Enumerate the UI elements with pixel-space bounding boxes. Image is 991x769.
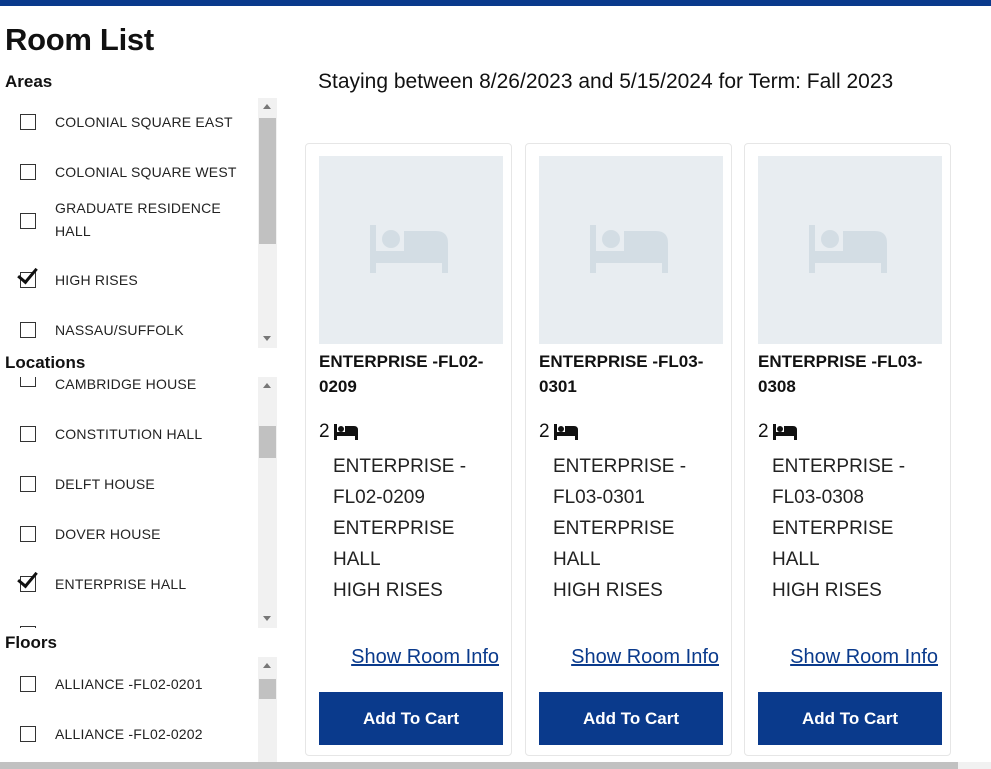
locations-scrollbar[interactable] [258,377,277,628]
room-image-placeholder [758,156,942,344]
area-option[interactable]: NASSAU/SUFFOLK [20,319,245,342]
area-checkbox[interactable] [20,213,36,229]
area-checkbox[interactable] [20,272,36,288]
area-label: GRADUATE RESIDENCE HALL [55,200,221,239]
location-checkbox[interactable] [20,576,36,592]
floors-scrollbar[interactable] [258,657,277,762]
area-option[interactable]: HIGH RISES [20,269,245,292]
add-to-cart-button[interactable]: Add To Cart [758,692,942,745]
bed-icon [772,424,797,440]
bed-placeholder-icon [370,225,448,273]
show-room-info-link[interactable]: Show Room Info [351,646,499,669]
room-title: ENTERPRISE -FL03-0308 [758,352,923,396]
area-checkbox[interactable] [20,114,36,130]
bed-count-value: 2 [758,421,769,442]
area-checkbox[interactable] [20,322,36,338]
location-checkbox[interactable] [20,377,36,387]
bed-placeholder-icon [590,225,668,273]
room-area: HIGH RISES [772,580,882,601]
room-hall: ENTERPRISE HALL [333,518,455,570]
bed-placeholder-icon [809,225,887,273]
show-room-info-link[interactable]: Show Room Info [790,646,938,669]
show-room-info-link[interactable]: Show Room Info [571,646,719,669]
room-card: ENTERPRISE -FL02-0209 2 ENTERPRISE -FL02… [305,143,512,756]
add-to-cart-button[interactable]: Add To Cart [319,692,503,745]
room-details: ENTERPRISE -FL03-0301 ENTERPRISE HALL HI… [553,451,723,606]
scroll-up-arrow-icon[interactable] [263,104,271,109]
areas-list[interactable]: COLONIAL SQUARE EAST COLONIAL SQUARE WES… [0,98,278,348]
stay-dates-text: Staying between 8/26/2023 and 5/15/2024 … [318,70,894,93]
bed-count: 2 [539,421,578,443]
top-accent-bar [0,0,991,6]
areas-scrollbar[interactable] [258,98,277,348]
location-label: CAMBRIDGE HOUSE [55,377,197,392]
location-label: DOVER HOUSE [55,526,161,542]
location-option[interactable]: DELFT HOUSE [20,473,245,496]
horizontal-scrollbar[interactable] [0,762,991,769]
area-option[interactable]: COLONIAL SQUARE WEST [20,161,245,184]
bed-count-value: 2 [319,421,330,442]
location-checkbox[interactable] [20,626,36,628]
location-option[interactable]: CAMBRIDGE HOUSE [20,377,245,396]
room-name: ENTERPRISE -FL03-0301 [553,456,687,508]
bed-icon [333,424,358,440]
locations-list[interactable]: CAMBRIDGE HOUSE CONSTITUTION HALL DELFT … [0,377,278,628]
location-checkbox[interactable] [20,426,36,442]
horizontal-scroll-thumb[interactable] [0,762,958,769]
location-label: ENTERPRISE HALL [55,576,187,592]
room-image-placeholder [319,156,503,344]
scroll-down-arrow-icon[interactable] [263,616,271,621]
floor-option[interactable]: ALLIANCE -FL02-0201 [20,673,245,696]
area-label: COLONIAL SQUARE EAST [55,114,233,130]
scroll-up-arrow-icon[interactable] [263,383,271,388]
room-title: ENTERPRISE -FL03-0301 [539,352,704,396]
room-hall: ENTERPRISE HALL [772,518,894,570]
floor-checkbox[interactable] [20,726,36,742]
location-option[interactable]: DOVER HOUSE [20,523,245,546]
location-checkbox[interactable] [20,526,36,542]
area-label: COLONIAL SQUARE WEST [55,164,237,180]
floor-label: ALLIANCE -FL02-0202 [55,726,203,742]
location-option[interactable] [20,623,245,628]
locations-heading: Locations [5,353,86,372]
location-option[interactable]: ENTERPRISE HALL [20,573,245,596]
room-details: ENTERPRISE -FL02-0209 ENTERPRISE HALL HI… [333,451,503,606]
bed-count: 2 [319,421,358,443]
floors-heading: Floors [5,633,57,652]
room-name: ENTERPRISE -FL02-0209 [333,456,467,508]
room-details: ENTERPRISE -FL03-0308 ENTERPRISE HALL HI… [772,451,942,606]
add-to-cart-button[interactable]: Add To Cart [539,692,723,745]
room-card: ENTERPRISE -FL03-0308 2 ENTERPRISE -FL03… [744,143,951,756]
areas-heading: Areas [5,72,53,91]
areas-scroll-thumb[interactable] [259,118,276,244]
room-name: ENTERPRISE -FL03-0308 [772,456,906,508]
location-option[interactable]: CONSTITUTION HALL [20,423,245,446]
bed-count: 2 [758,421,797,443]
room-hall: ENTERPRISE HALL [553,518,675,570]
scroll-up-arrow-icon[interactable] [263,663,271,668]
floors-scroll-thumb[interactable] [259,679,276,699]
room-area: HIGH RISES [553,580,663,601]
floors-list[interactable]: ALLIANCE -FL02-0201 ALLIANCE -FL02-0202 [0,657,278,762]
bed-icon [553,424,578,440]
location-checkbox[interactable] [20,476,36,492]
room-area: HIGH RISES [333,580,443,601]
page-title: Room List [5,22,154,57]
room-card: ENTERPRISE -FL03-0301 2 ENTERPRISE -FL03… [525,143,732,756]
floor-option[interactable]: ALLIANCE -FL02-0202 [20,723,245,746]
area-checkbox[interactable] [20,164,36,180]
floor-label: ALLIANCE -FL02-0201 [55,676,203,692]
bed-count-value: 2 [539,421,550,442]
room-title: ENTERPRISE -FL02-0209 [319,352,484,396]
location-label: CONSTITUTION HALL [55,426,203,442]
scroll-down-arrow-icon[interactable] [263,336,271,341]
floor-checkbox[interactable] [20,676,36,692]
area-option[interactable]: GRADUATE RESIDENCE HALL [20,197,245,243]
area-option[interactable]: COLONIAL SQUARE EAST [20,111,245,134]
area-label: NASSAU/SUFFOLK [55,322,184,338]
room-image-placeholder [539,156,723,344]
location-label: DELFT HOUSE [55,476,155,492]
locations-scroll-thumb[interactable] [259,426,276,458]
area-label: HIGH RISES [55,272,138,288]
